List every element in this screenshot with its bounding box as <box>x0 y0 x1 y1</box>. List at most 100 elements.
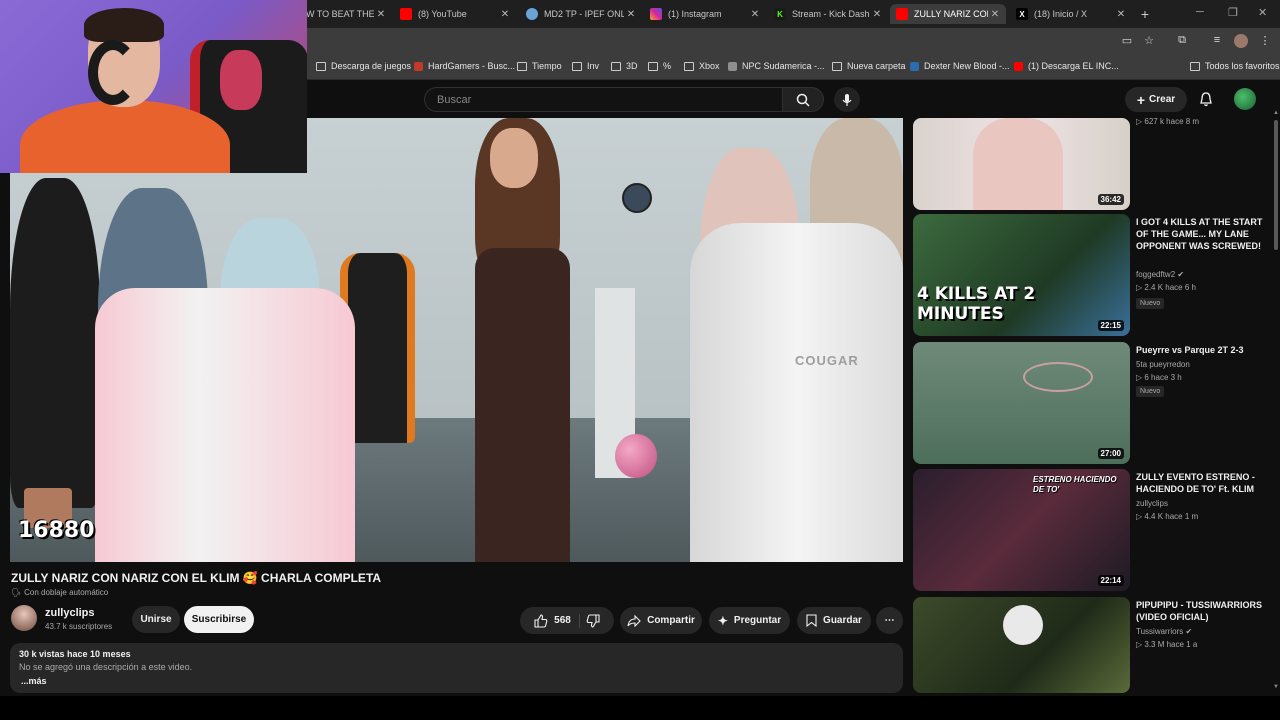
close-icon[interactable]: ✕ <box>1114 9 1128 20</box>
bookmark-star-icon[interactable]: ☆ <box>1142 34 1156 47</box>
bookmark-label: NPC Sudamerica -... <box>742 61 825 71</box>
recommendation-card[interactable]: 27:00 Pueyrre vs Parque 2T 2-3 5ta pueyr… <box>913 342 1273 464</box>
minimize-icon[interactable]: ─ <box>1196 6 1204 18</box>
video-thumbnail[interactable]: ESTRENO HACIENDO DE TO' 22:14 <box>913 469 1130 591</box>
bookmark-folder[interactable]: Descarga de juegos <box>316 61 411 71</box>
thumb-mask <box>1003 605 1043 645</box>
bookmark-folder[interactable]: Nueva carpeta <box>832 61 906 71</box>
video-thumbnail[interactable] <box>913 597 1130 693</box>
profile-icon[interactable] <box>1234 34 1248 48</box>
voice-search-button[interactable] <box>834 87 860 112</box>
menu-icon[interactable]: ⋮ <box>1258 34 1272 47</box>
page-scrollbar[interactable]: ▲ ▼ <box>1273 110 1279 696</box>
bookmark-folder[interactable]: Inv <box>572 61 599 71</box>
close-icon[interactable]: ✕ <box>870 9 884 20</box>
bookmark-label: (1) Descarga EL INC... <box>1028 61 1119 71</box>
description-box[interactable]: 30 k vistas hace 10 meses No se agregó u… <box>10 643 903 693</box>
duration-badge: 36:42 <box>1097 194 1124 205</box>
search-button[interactable] <box>782 87 824 112</box>
description-text: No se agregó una descripción a este vide… <box>19 662 193 672</box>
video-thumbnail[interactable]: 4 KILLS AT 2 MINUTES 22:15 <box>913 214 1130 336</box>
video-thumbnail[interactable]: 27:00 <box>913 342 1130 464</box>
close-icon[interactable]: ✕ <box>374 9 388 20</box>
wall-logo <box>622 183 652 213</box>
new-tab-button[interactable]: + <box>1137 6 1153 22</box>
bookmark-item[interactable]: (1) Descarga EL INC... <box>1014 61 1119 71</box>
close-icon[interactable]: ✕ <box>748 9 762 20</box>
more-actions-button[interactable]: ⋯ <box>876 607 903 634</box>
recommendation-card[interactable]: 4 KILLS AT 2 MINUTES 22:15 I GOT 4 KILLS… <box>913 214 1273 336</box>
scroll-up-icon[interactable]: ▲ <box>1273 110 1279 116</box>
gaming-chair-pink <box>95 288 355 562</box>
chair-brand-text: COUGAR <box>795 353 859 368</box>
webcam-hair <box>84 8 164 42</box>
scroll-down-icon[interactable]: ▼ <box>1273 684 1279 690</box>
recommendation-card[interactable]: PIPUPIPU - TUSSIWARRIORS (VIDEO OFICIAL)… <box>913 597 1273 693</box>
video-thumbnail[interactable]: 36:42 <box>913 118 1130 210</box>
media-control-icon[interactable]: ≡ <box>1210 34 1224 46</box>
channel-name: foggedftw2 ✔ <box>1136 270 1185 279</box>
recommendation-card[interactable]: ESTRENO HACIENDO DE TO' 22:14 ZULLY EVEN… <box>913 469 1273 591</box>
recommendation-card[interactable]: 36:42 ▷ 627 k hace 8 m <box>913 82 1273 210</box>
scrollbar-thumb[interactable] <box>1274 120 1278 250</box>
dislike-button[interactable] <box>586 613 600 628</box>
maximize-icon[interactable]: ❐ <box>1228 6 1238 19</box>
x-icon: X <box>1016 8 1028 20</box>
overlay-counter: 16880 <box>18 518 95 543</box>
window-close-icon[interactable]: ✕ <box>1258 6 1267 19</box>
bookmark-label: Tiempo <box>532 61 562 71</box>
bookmark-folder[interactable]: Tiempo <box>517 61 562 71</box>
site-icon <box>910 61 919 71</box>
video-player[interactable]: COUGAR 16880 <box>10 118 903 562</box>
tab-5-active[interactable]: ZULLY NARIZ CON N ✕ <box>890 4 1006 24</box>
bookmark-label: Todos los favoritos <box>1205 61 1280 71</box>
bookmark-item[interactable]: NPC Sudamerica -... <box>728 61 825 71</box>
like-count: 568 <box>554 615 571 626</box>
bookmark-folder[interactable]: Todos los favoritos <box>1190 61 1280 71</box>
video-meta: ▷ 3.3 M hace 1 a <box>1136 640 1198 649</box>
channel-name: 5ta pueyrredon <box>1136 360 1190 369</box>
webcam-overlay <box>0 0 307 173</box>
folder-icon <box>517 61 527 71</box>
join-button[interactable]: Unirse <box>132 606 180 633</box>
share-button[interactable]: Compartir <box>620 607 702 634</box>
tab-4[interactable]: K Stream - Kick Dashb ✕ <box>768 4 888 24</box>
bookmark-label: Nueva carpeta <box>847 61 906 71</box>
tab-0[interactable]: W TO BEAT THE B ✕ <box>300 4 392 24</box>
video-title: ZULLY EVENTO ESTRENO - HACIENDO DE TO' F… <box>1136 472 1255 494</box>
subscribe-button[interactable]: Suscribirse <box>184 606 254 633</box>
show-more-link[interactable]: ...más <box>21 676 894 686</box>
tab-label: ZULLY NARIZ CON N <box>914 9 988 19</box>
folder-icon <box>684 61 694 71</box>
video-title: ZULLY NARIZ CON NARIZ CON EL KLIM 🥰 CHAR… <box>11 571 382 585</box>
tab-6[interactable]: X (18) Inicio / X ✕ <box>1010 4 1132 24</box>
dubbing-text: Con doblaje automático <box>24 588 109 597</box>
video-woman <box>450 118 590 562</box>
folder-icon <box>316 61 326 71</box>
cast-icon[interactable]: ▭ <box>1120 34 1134 47</box>
close-icon[interactable]: ✕ <box>498 9 512 20</box>
tab-label: Stream - Kick Dashb <box>792 9 870 19</box>
ask-button[interactable]: ✦ Preguntar <box>709 607 790 634</box>
save-button[interactable]: Guardar <box>797 607 871 634</box>
bookmark-folder[interactable]: Xbox <box>684 61 720 71</box>
balloon <box>615 434 657 478</box>
channel-avatar[interactable] <box>11 605 37 631</box>
close-icon[interactable]: ✕ <box>624 9 638 20</box>
tab-1[interactable]: (8) YouTube ✕ <box>394 4 516 24</box>
tab-2[interactable]: MD2 TP - IPEF ONLI ✕ <box>520 4 642 24</box>
search-input[interactable]: Buscar <box>424 87 782 112</box>
close-icon[interactable]: ✕ <box>988 9 1002 20</box>
tab-label: (18) Inicio / X <box>1034 9 1088 19</box>
thumb-person <box>973 118 1063 210</box>
thumbs-down-icon <box>586 613 600 628</box>
tab-3[interactable]: (1) Instagram ✕ <box>644 4 766 24</box>
bookmark-item[interactable]: HardGamers - Busc... <box>414 61 515 71</box>
like-button[interactable]: 568 <box>534 613 580 628</box>
video-meta: ▷ 627 k hace 8 m <box>1136 117 1200 126</box>
bookmark-item[interactable]: Dexter New Blood -... <box>910 61 1010 71</box>
channel-name[interactable]: zullyclips <box>45 607 95 619</box>
bookmark-folder[interactable]: 3D <box>611 61 638 71</box>
bookmark-folder[interactable]: % <box>648 61 671 71</box>
extensions-icon[interactable]: ⧉ <box>1175 34 1189 47</box>
